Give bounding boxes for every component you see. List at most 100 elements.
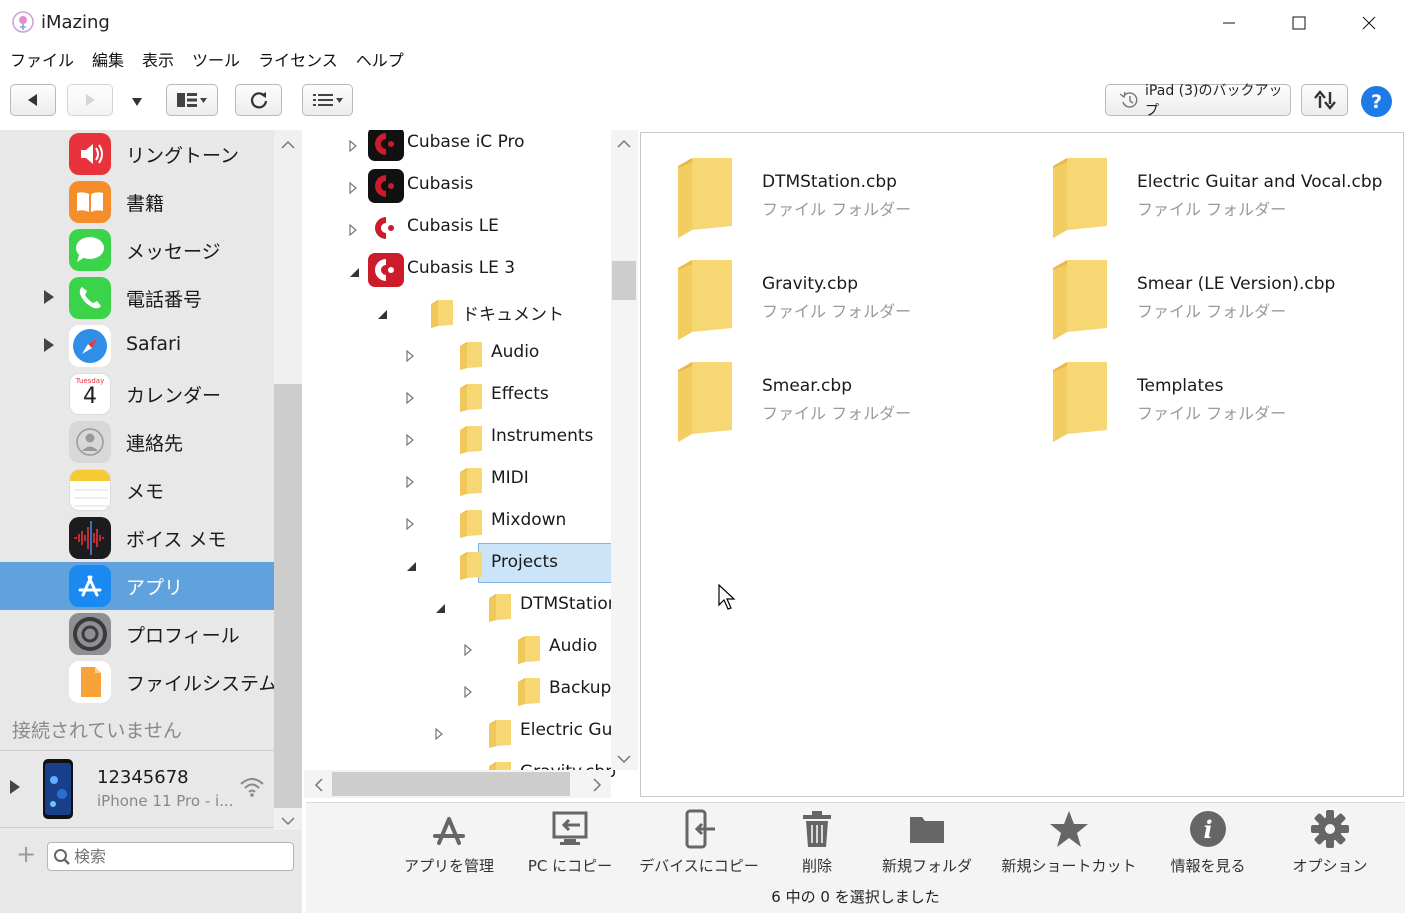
folder-item[interactable]: Gravity.cbp ファイル フォルダー — [676, 258, 1036, 348]
menu-license[interactable]: ライセンス — [258, 47, 338, 71]
backup-button[interactable]: iPad (3)のバックアップ — [1105, 83, 1291, 119]
menu-help[interactable]: ヘルプ — [356, 47, 404, 71]
app-store-icon — [69, 565, 111, 607]
scroll-down-icon[interactable] — [617, 754, 631, 764]
tree-row[interactable]: Instruments — [304, 418, 612, 456]
tree-row[interactable]: Cubasis — [304, 166, 612, 204]
tree-row[interactable]: Cubasis LE 3 — [304, 250, 612, 288]
history-dropdown[interactable] — [127, 94, 147, 108]
device-entry[interactable]: 12345678 iPhone 11 Pro - i... — [0, 754, 274, 826]
folder-item[interactable]: Smear (LE Version).cbp ファイル フォルダー — [1051, 258, 1405, 348]
tree-row-label: Cubasis — [407, 174, 474, 194]
action-manage-apps-button[interactable]: アプリを管理 — [389, 809, 509, 876]
tree-row[interactable]: Cubase iC Pro — [304, 130, 612, 162]
expand-arrow-icon[interactable] — [405, 515, 415, 534]
scroll-down-icon[interactable] — [281, 816, 295, 826]
action-new-folder-button[interactable]: 新規フォルダ — [867, 809, 987, 876]
collapse-arrow-icon[interactable] — [405, 557, 417, 576]
expand-arrow-icon[interactable] — [348, 179, 358, 198]
sidebar-item-books[interactable]: 書籍 — [0, 178, 274, 226]
sidebar-item-calendar[interactable]: Tuesday 4 カレンダー — [0, 370, 274, 418]
sidebar-item-ringtones[interactable]: リングトーン — [0, 130, 274, 178]
action-copy-to-pc-button[interactable]: PC にコピー — [510, 809, 630, 876]
expand-arrow-icon[interactable] — [405, 473, 415, 492]
sidebar-item-messages[interactable]: メッセージ — [0, 226, 274, 274]
disconnected-label: 接続されていません — [12, 720, 182, 742]
list-options-button[interactable] — [302, 84, 353, 116]
search-field[interactable] — [47, 842, 294, 871]
status-bar: 6 中の 0 を選択しました — [306, 880, 1405, 913]
add-button[interactable]: + — [16, 842, 36, 866]
expand-arrow-icon[interactable] — [434, 725, 444, 744]
folder-item[interactable]: Electric Guitar and Vocal.cbp ファイル フォルダー — [1051, 156, 1405, 246]
refresh-button[interactable] — [235, 84, 282, 116]
collapse-arrow-icon[interactable] — [348, 263, 360, 282]
tree-row-label: Audio — [549, 636, 598, 656]
action-copy-to-device-button[interactable]: デバイスにコピー — [639, 809, 759, 876]
sidebar-item-profiles[interactable]: プロフィール — [0, 610, 274, 658]
tree-row[interactable]: DTMStation.cb — [304, 586, 638, 624]
maximize-button[interactable] — [1276, 8, 1322, 38]
expand-arrow-icon[interactable] — [44, 338, 54, 352]
tree-row[interactable]: Projects — [304, 543, 638, 583]
collapse-arrow-icon[interactable] — [376, 305, 388, 324]
expand-arrow-icon[interactable] — [348, 221, 358, 240]
folder-item[interactable]: Smear.cbp ファイル フォルダー — [676, 360, 1036, 450]
folder-item[interactable]: Templates ファイル フォルダー — [1051, 360, 1405, 450]
action-info-button[interactable]: i 情報を見る — [1148, 809, 1268, 876]
close-button[interactable] — [1346, 8, 1392, 38]
sidebar-item-notes[interactable]: メモ — [0, 466, 274, 514]
menu-tools[interactable]: ツール — [192, 47, 240, 71]
collapse-arrow-icon[interactable] — [434, 599, 446, 618]
folder-item[interactable]: DTMStation.cbp ファイル フォルダー — [676, 156, 1036, 246]
sidebar-item-voice-memos[interactable]: ボイス メモ — [0, 514, 274, 562]
action-star-button[interactable]: 新規ショートカット — [1002, 809, 1137, 876]
sidebar-item-phone[interactable]: 電話番号 — [0, 274, 274, 322]
search-input[interactable] — [74, 846, 286, 867]
view-mode-button[interactable] — [166, 84, 218, 116]
sidebar-item-apps[interactable]: アプリ — [0, 562, 274, 610]
calendar-icon: Tuesday 4 — [69, 373, 111, 415]
tree-vertical-scrollbar[interactable] — [611, 130, 638, 770]
tree-row[interactable]: Electric Guitar.. — [304, 712, 638, 750]
scroll-left-icon[interactable] — [314, 778, 324, 792]
back-button[interactable] — [10, 84, 56, 116]
sidebar-scrollbar[interactable] — [274, 130, 302, 830]
tree-horizontal-scrollbar[interactable] — [304, 770, 611, 798]
expand-arrow-icon[interactable] — [463, 641, 473, 660]
help-button[interactable]: ? — [1361, 86, 1392, 117]
transfer-button[interactable] — [1301, 84, 1348, 116]
expand-arrow-icon[interactable] — [405, 347, 415, 366]
expand-arrow-icon[interactable] — [405, 389, 415, 408]
expand-arrow-icon[interactable] — [10, 780, 20, 794]
tree-scroll-thumb[interactable] — [612, 261, 636, 300]
sidebar-item-safari[interactable]: Safari — [0, 322, 274, 370]
up-down-arrows-icon — [1313, 90, 1336, 110]
sidebar-item-contacts[interactable]: 連絡先 — [0, 418, 274, 466]
scroll-up-icon[interactable] — [281, 140, 295, 150]
menu-view[interactable]: 表示 — [142, 47, 174, 71]
menu-file[interactable]: ファイル — [10, 47, 74, 71]
minimize-button[interactable] — [1206, 8, 1252, 38]
tree-row[interactable]: Audio — [304, 334, 612, 372]
scroll-right-icon[interactable] — [592, 778, 602, 792]
menu-edit[interactable]: 編集 — [92, 47, 124, 71]
tree-row[interactable]: Effects — [304, 376, 612, 414]
sidebar-scroll-thumb[interactable] — [274, 384, 302, 808]
tree-row[interactable]: Mixdown — [304, 502, 612, 540]
tree-row[interactable]: ドキュメント — [304, 292, 612, 330]
tree-row[interactable]: Cubasis LE — [304, 208, 612, 246]
expand-arrow-icon[interactable] — [405, 431, 415, 450]
expand-arrow-icon[interactable] — [348, 137, 358, 156]
tree-hscroll-thumb[interactable] — [332, 772, 570, 796]
tree-row[interactable]: Audio — [304, 628, 612, 666]
expand-arrow-icon[interactable] — [463, 683, 473, 702]
scroll-up-icon[interactable] — [617, 139, 631, 149]
action-trash-button[interactable]: 削除 — [757, 809, 877, 876]
tree-row[interactable]: Backup — [304, 670, 612, 708]
forward-button[interactable] — [67, 84, 113, 116]
action-gear-button[interactable]: オプション — [1270, 809, 1390, 876]
tree-row[interactable]: MIDI — [304, 460, 612, 498]
sidebar-item-file-system[interactable]: ファイルシステム — [0, 658, 277, 706]
expand-arrow-icon[interactable] — [44, 290, 54, 304]
